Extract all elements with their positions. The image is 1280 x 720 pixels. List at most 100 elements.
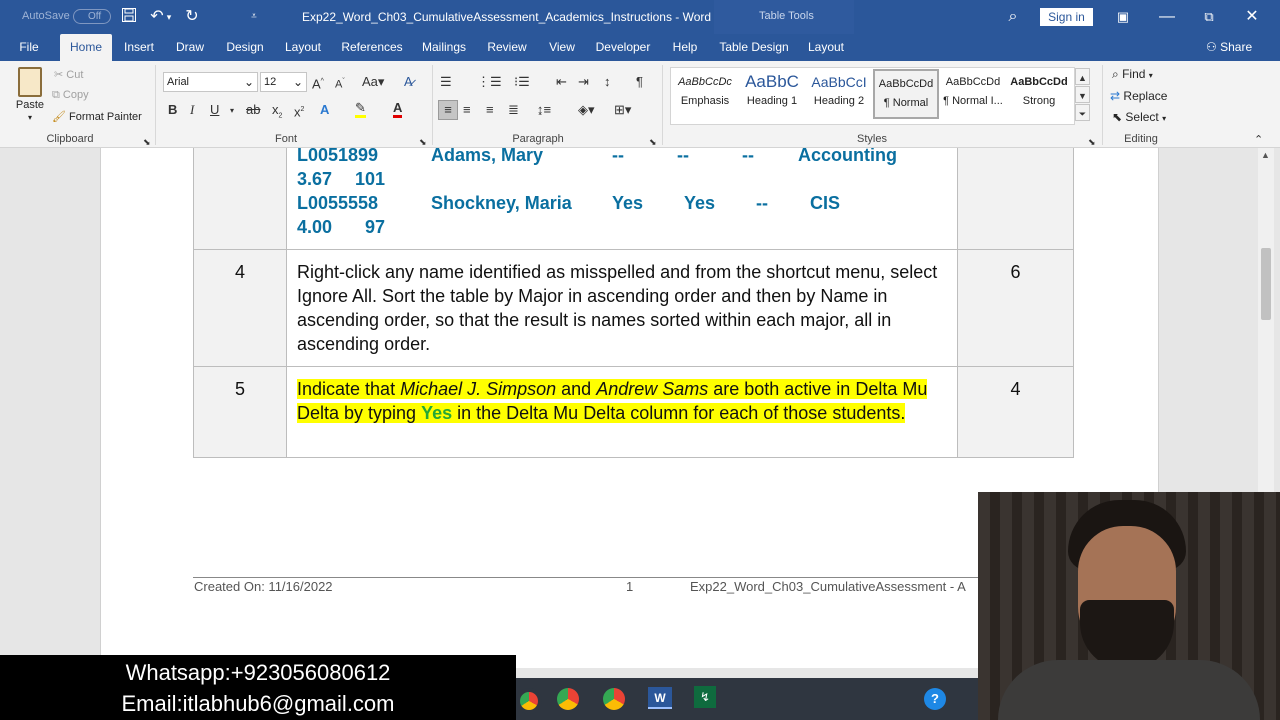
styles-more-icon[interactable]: ⏷ [1075,104,1090,121]
student-id: L0055558 [297,193,379,213]
chrome-profile-icon[interactable] [557,688,579,710]
align-left-icon[interactable]: ≡ [438,100,458,120]
strikethrough-icon[interactable]: ab [246,101,260,119]
paste-button[interactable]: Paste ▾ [12,67,48,129]
select-button[interactable]: ⬉ Select ▾ [1112,110,1166,124]
app-icon[interactable]: ↯ [694,686,716,708]
find-button[interactable]: ⌕ Find ▾ [1112,67,1153,82]
sign-in-button[interactable]: Sign in [1040,8,1093,26]
tab-review[interactable]: Review [485,34,529,61]
tab-table-design[interactable]: Table Design [718,34,790,61]
format-painter-button[interactable]: 🖌 Format Painter [52,110,142,123]
multilevel-list-icon[interactable]: ⁝☰ [514,73,530,91]
align-center-icon[interactable]: ≡ [463,101,471,119]
tab-view[interactable]: View [544,34,580,61]
style-normal-indent[interactable]: AaBbCcDd ¶ Normal I... [940,69,1006,119]
styles-scroll-down-icon[interactable]: ▼ [1075,86,1090,103]
justify-icon[interactable]: ≣ [508,101,519,119]
increase-indent-icon[interactable]: ⇥ [578,73,589,91]
replace-button[interactable]: ⇄ Replace [1110,89,1167,103]
font-name-select[interactable]: Arial ⌄ [163,72,258,92]
font-size-select[interactable]: 12 ⌄ [260,72,307,92]
line-spacing-icon[interactable]: ↨≡ [537,101,551,119]
ribbon-display-options-icon[interactable]: ▣ [1112,7,1134,27]
bold-icon[interactable]: B [168,101,177,119]
italic-icon[interactable]: I [190,101,194,119]
chevron-down-icon: ▾ [1148,71,1153,80]
show-formatting-marks-icon[interactable]: ¶ [636,73,643,91]
style-strong[interactable]: AaBbCcDd Strong [1006,69,1072,119]
font-color-icon[interactable]: A [393,101,403,118]
tab-mailings[interactable]: Mailings [418,34,470,61]
clear-formatting-icon[interactable]: A̷ [404,73,413,91]
data-line: 4.00 97 [297,215,947,239]
text-effects-icon[interactable]: A [320,101,329,119]
style-name: Heading 2 [813,95,865,107]
style-heading-2[interactable]: AaBbCcI Heading 2 [806,69,872,119]
tab-file[interactable]: File [10,34,48,61]
change-case-icon[interactable]: Aa▾ [362,73,384,91]
style-normal[interactable]: AaBbCcDd ¶ Normal [873,69,939,119]
step-number-cell[interactable] [193,148,287,250]
underline-dropdown-icon[interactable]: ▾ [230,102,234,120]
help-icon[interactable]: ? [924,688,946,710]
style-heading-1[interactable]: AaBbC Heading 1 [739,69,805,119]
undo-dropdown-icon[interactable]: ▾ [164,7,174,27]
numbering-icon[interactable]: ⋮☰ [477,73,502,91]
restore-icon[interactable]: ⧉ [1198,7,1220,27]
points-cell[interactable]: 6 [957,249,1074,367]
tab-references[interactable]: References [339,34,405,61]
points-cell[interactable]: 4 [957,366,1074,458]
points-cell[interactable] [957,148,1074,250]
share-button[interactable]: ⚇ Share [1206,40,1252,54]
tab-help[interactable]: Help [667,34,703,61]
presenter-shirt [998,660,1260,720]
underline-icon[interactable]: U [210,101,219,119]
styles-scroll-up-icon[interactable]: ▲ [1075,68,1090,85]
tab-design[interactable]: Design [223,34,267,61]
chevron-down-icon: ⌄ [292,75,303,89]
superscript-icon[interactable]: x2 [294,101,304,121]
step-number-cell[interactable]: 5 [193,366,287,458]
align-right-icon[interactable]: ≡ [486,101,494,119]
collapse-ribbon-icon[interactable]: ⌃ [1254,131,1263,149]
autosave-state: Off [88,11,102,22]
close-icon[interactable]: ✕ [1241,7,1263,27]
search-icon[interactable]: ⌕ [1002,7,1024,27]
shading-icon[interactable]: ◈▾ [578,101,595,119]
subscript-icon[interactable]: x2 [272,101,282,126]
autosave-toggle[interactable]: Off [73,9,111,24]
select-label: Select [1125,110,1159,124]
instruction-cell[interactable]: Indicate that Michael J. Simpson and And… [286,366,958,458]
tab-insert[interactable]: Insert [119,34,159,61]
data-line: L0051899 Adams, Mary -- -- -- Accounting [297,148,947,167]
tab-table-layout[interactable]: Layout [804,34,848,61]
scroll-up-icon[interactable]: ▲ [1261,150,1270,160]
word-icon[interactable]: W [648,687,672,709]
chrome-profile-icon[interactable] [603,688,625,710]
scroll-thumb[interactable] [1261,248,1271,320]
style-emphasis[interactable]: AaBbCcDc Emphasis [672,69,738,119]
minimize-icon[interactable]: — [1156,7,1178,27]
redo-icon[interactable]: ↻ [181,7,203,27]
tab-developer[interactable]: Developer [593,34,653,61]
step-number-cell[interactable]: 4 [193,249,287,367]
instruction-cell[interactable]: L0051899 Adams, Mary -- -- -- Accounting… [286,148,958,250]
footer-created-date: Created On: 11/16/2022 [194,579,333,594]
cut-button[interactable]: ✂ Cut [54,68,83,81]
quick-access-customize-icon[interactable]: ⩡ [243,7,265,27]
tab-home[interactable]: Home [60,34,112,61]
borders-icon[interactable]: ⊞▾ [614,101,631,119]
tab-draw[interactable]: Draw [172,34,208,61]
shrink-font-icon[interactable]: Aˇ [335,73,345,94]
save-icon[interactable] [118,7,140,27]
instruction-cell[interactable]: Right-click any name identified as missp… [286,249,958,367]
tab-layout[interactable]: Layout [282,34,324,61]
sort-icon[interactable]: ↕ [604,73,611,91]
chrome-icon[interactable] [516,688,542,714]
highlight-color-icon[interactable]: ✎ [355,101,366,118]
bullets-icon[interactable]: ☰ [440,73,452,91]
grow-font-icon[interactable]: A^ [312,73,324,93]
decrease-indent-icon[interactable]: ⇤ [556,73,567,91]
copy-button[interactable]: ⧉ Copy [52,89,89,102]
